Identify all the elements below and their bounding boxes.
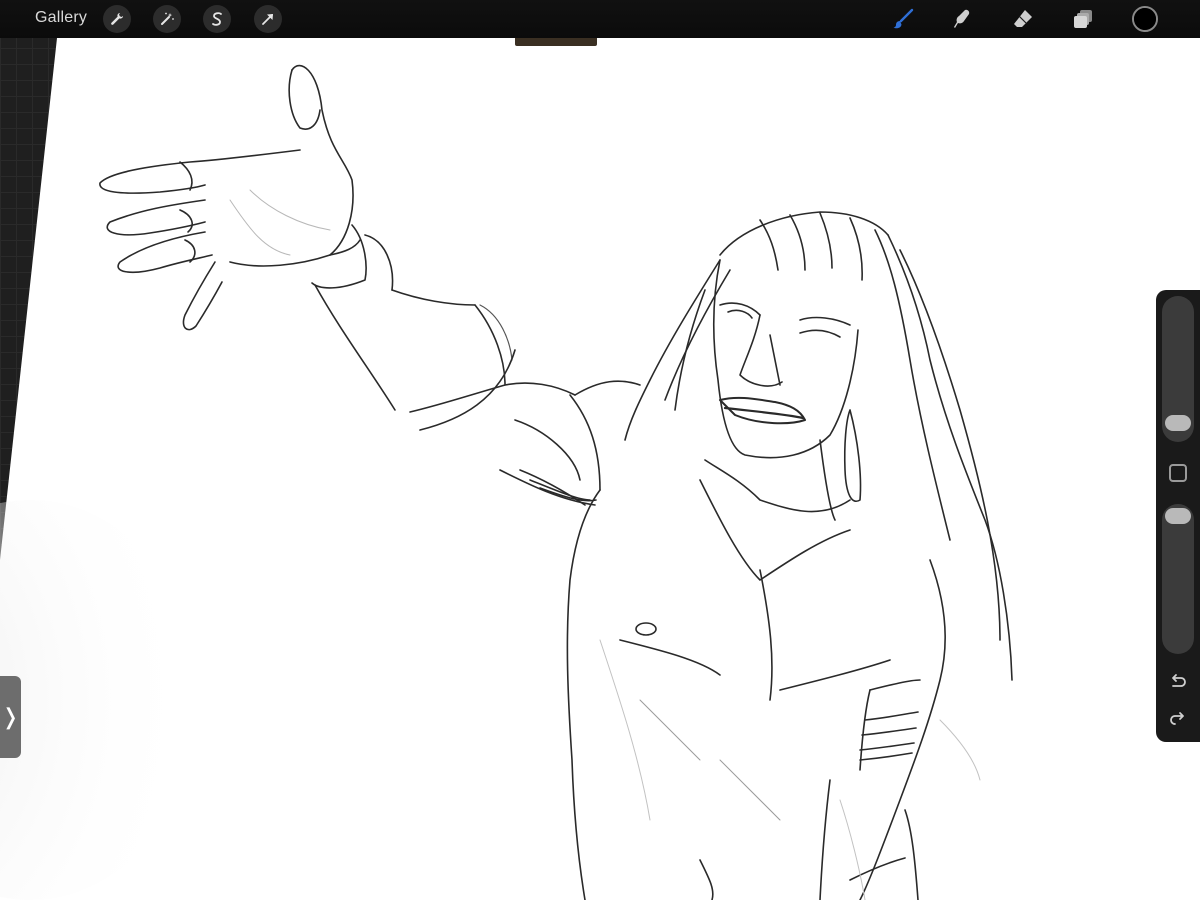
brush-tool-button[interactable]	[889, 5, 917, 33]
selection-s-icon	[212, 12, 222, 26]
left-panel-toggle[interactable]: ❭	[0, 676, 21, 758]
sidebar-panel	[1156, 290, 1200, 742]
actions-button[interactable]	[103, 5, 131, 33]
redo-icon	[1170, 712, 1184, 725]
color-picker-button[interactable]	[1132, 6, 1158, 32]
modify-button[interactable]	[1169, 464, 1187, 482]
chevron-right-icon: ❭	[1, 704, 20, 729]
current-color-swatch	[1134, 8, 1156, 30]
redo-button[interactable]	[1166, 706, 1190, 730]
top-toolbar: Gallery	[0, 0, 1200, 38]
opacity-slider[interactable]	[1162, 504, 1194, 654]
eraser-tool-button[interactable]	[1009, 5, 1037, 33]
wrench-icon	[111, 13, 123, 25]
gallery-button[interactable]: Gallery	[35, 9, 87, 27]
eraser-icon	[1014, 10, 1032, 27]
undo-button[interactable]	[1166, 670, 1190, 694]
sketch-artwork	[0, 38, 1200, 900]
reference-image-thumbnail[interactable]	[515, 38, 597, 46]
transform-button[interactable]	[254, 5, 282, 33]
smudge-icon	[954, 9, 970, 28]
brush-icon	[893, 8, 914, 29]
layers-icon	[1074, 10, 1092, 28]
brush-size-slider-thumb[interactable]	[1165, 415, 1191, 431]
opacity-slider-thumb[interactable]	[1165, 508, 1191, 524]
adjustments-button[interactable]	[153, 5, 181, 33]
undo-icon	[1172, 674, 1186, 687]
layers-button[interactable]	[1070, 5, 1098, 33]
drawing-canvas[interactable]	[0, 0, 1200, 900]
selection-button[interactable]	[203, 5, 231, 33]
smudge-tool-button[interactable]	[948, 5, 976, 33]
arrow-cursor-icon	[262, 14, 273, 25]
brush-size-slider[interactable]	[1162, 296, 1194, 442]
magic-wand-icon	[161, 12, 174, 25]
